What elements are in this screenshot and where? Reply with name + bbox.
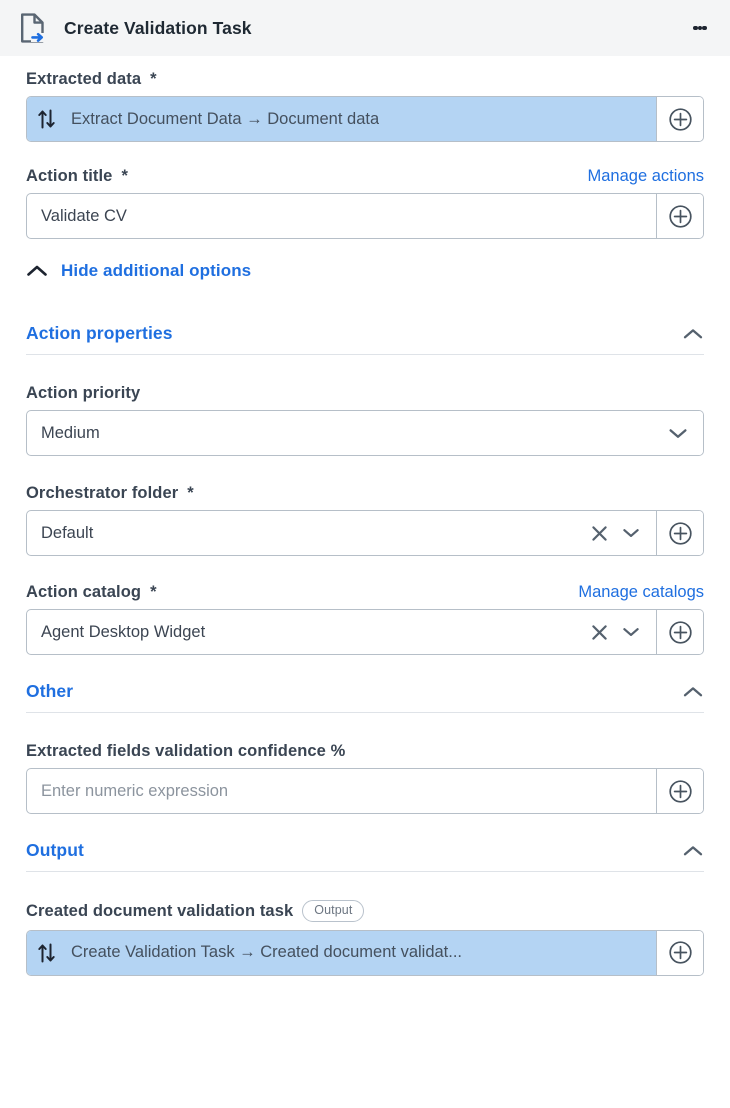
- plus-circle-icon[interactable]: [656, 194, 703, 238]
- create-validation-task-panel: Create Validation Task Extracted data *: [0, 0, 730, 1108]
- field-label: Created document validation task Output: [26, 900, 365, 923]
- field-extracted-data: Extracted data * Extract Document Data →…: [0, 70, 730, 142]
- action-title-input[interactable]: Validate CV: [27, 194, 656, 238]
- label-text: Extracted data: [26, 70, 142, 88]
- chevron-down-icon[interactable]: [618, 520, 644, 546]
- label-row: Created document validation task Output: [26, 900, 704, 923]
- section-action-properties: Action properties: [0, 323, 730, 355]
- plus-circle-icon[interactable]: [656, 610, 703, 654]
- field-action-title: Action title * Manage actions Validate C…: [0, 167, 730, 239]
- label-row: Orchestrator folder *: [26, 484, 704, 503]
- action-catalog-select-wrap: Agent Desktop Widget: [26, 609, 704, 655]
- plus-circle-icon[interactable]: [656, 97, 703, 141]
- chevron-up-icon[interactable]: [682, 327, 704, 341]
- chevron-up-icon[interactable]: [682, 844, 704, 858]
- orchestrator-folder-value[interactable]: Default: [27, 511, 586, 555]
- panel-body: Extracted data * Extract Document Data →…: [0, 56, 730, 976]
- created-task-input[interactable]: Create Validation Task → Created documen…: [27, 930, 656, 975]
- field-action-priority: Action priority Medium: [0, 384, 730, 456]
- orchestrator-folder-select-wrap: Default: [26, 510, 704, 556]
- created-task-input-wrap: Create Validation Task → Created documen…: [26, 929, 704, 976]
- page-title: Create Validation Task: [64, 17, 252, 38]
- required-marker: *: [187, 484, 194, 502]
- label-row: Extracted fields validation confidence %: [26, 742, 704, 761]
- field-validation-confidence: Extracted fields validation confidence %…: [0, 742, 730, 814]
- action-priority-value: Medium: [41, 423, 100, 442]
- field-label: Extracted data *: [26, 70, 157, 89]
- field-orchestrator-folder: Orchestrator folder * Default: [0, 484, 730, 556]
- select-controls: [665, 411, 703, 455]
- section-header[interactable]: Other: [26, 681, 704, 712]
- label-text: Action catalog: [26, 583, 142, 601]
- action-priority-select-wrap[interactable]: Medium: [26, 410, 704, 456]
- section-title: Other: [26, 681, 74, 701]
- confidence-input[interactable]: Enter numeric expression: [27, 769, 656, 813]
- chevron-down-icon[interactable]: [618, 619, 644, 645]
- plus-circle-icon[interactable]: [656, 511, 703, 555]
- action-catalog-value[interactable]: Agent Desktop Widget: [27, 610, 586, 654]
- select-controls: [586, 511, 656, 555]
- required-marker: *: [150, 70, 157, 88]
- hide-additional-options-toggle[interactable]: Hide additional options: [0, 261, 730, 281]
- label-text: Action title: [26, 167, 113, 185]
- plus-circle-icon[interactable]: [656, 769, 703, 813]
- field-label: Extracted fields validation confidence %: [26, 742, 345, 761]
- arrows-up-down-icon: [37, 108, 57, 130]
- status-badge: Output: [302, 900, 365, 922]
- select-controls: [586, 610, 656, 654]
- label-row: Extracted data *: [26, 70, 704, 89]
- plus-circle-icon[interactable]: [656, 930, 703, 975]
- field-label: Action title *: [26, 167, 128, 186]
- field-label: Action catalog *: [26, 583, 157, 602]
- panel-header: Create Validation Task: [0, 0, 730, 56]
- extracted-data-value: Extract Document Data → Document data: [71, 109, 380, 128]
- more-vertical-icon[interactable]: [684, 12, 716, 44]
- menu-dot: [702, 25, 707, 31]
- field-action-catalog: Action catalog * Manage catalogs Agent D…: [0, 583, 730, 655]
- label-text: Created document validation task: [26, 902, 294, 921]
- field-label: Action priority: [26, 384, 140, 403]
- label-text: Extracted fields validation confidence %: [26, 742, 346, 760]
- chevron-down-icon[interactable]: [665, 420, 691, 446]
- section-divider: [26, 871, 704, 872]
- action-title-input-wrap: Validate CV: [26, 193, 704, 239]
- section-header[interactable]: Action properties: [26, 323, 704, 354]
- section-header[interactable]: Output: [26, 840, 704, 871]
- confidence-input-wrap: Enter numeric expression: [26, 768, 704, 814]
- field-label: Orchestrator folder *: [26, 484, 194, 503]
- label-row: Action catalog * Manage catalogs: [26, 583, 704, 602]
- created-task-value: Create Validation Task → Created documen…: [71, 943, 463, 962]
- manage-actions-link[interactable]: Manage actions: [588, 167, 705, 186]
- chevron-up-icon[interactable]: [682, 685, 704, 699]
- extracted-data-input[interactable]: Extract Document Data → Document data: [27, 97, 656, 141]
- arrows-up-down-icon: [37, 942, 57, 964]
- toggle-label: Hide additional options: [61, 261, 252, 280]
- label-text: Action priority: [26, 384, 141, 402]
- section-divider: [26, 354, 704, 355]
- manage-catalogs-link[interactable]: Manage catalogs: [578, 583, 704, 602]
- required-marker: *: [121, 167, 128, 185]
- required-marker: *: [150, 583, 157, 601]
- close-icon[interactable]: [586, 520, 612, 546]
- label-row: Action priority: [26, 384, 704, 403]
- section-title: Output: [26, 840, 84, 860]
- section-output: Output: [0, 840, 730, 872]
- document-arrow-icon: [16, 11, 50, 45]
- label-row: Action title * Manage actions: [26, 167, 704, 186]
- close-icon[interactable]: [586, 619, 612, 645]
- label-text: Orchestrator folder: [26, 484, 179, 502]
- chevron-up-icon: [26, 264, 48, 278]
- section-title: Action properties: [26, 323, 173, 343]
- field-created-validation-task: Created document validation task Output …: [0, 900, 730, 976]
- section-other: Other: [0, 681, 730, 713]
- section-divider: [26, 712, 704, 713]
- extracted-data-input-wrap: Extract Document Data → Document data: [26, 96, 704, 142]
